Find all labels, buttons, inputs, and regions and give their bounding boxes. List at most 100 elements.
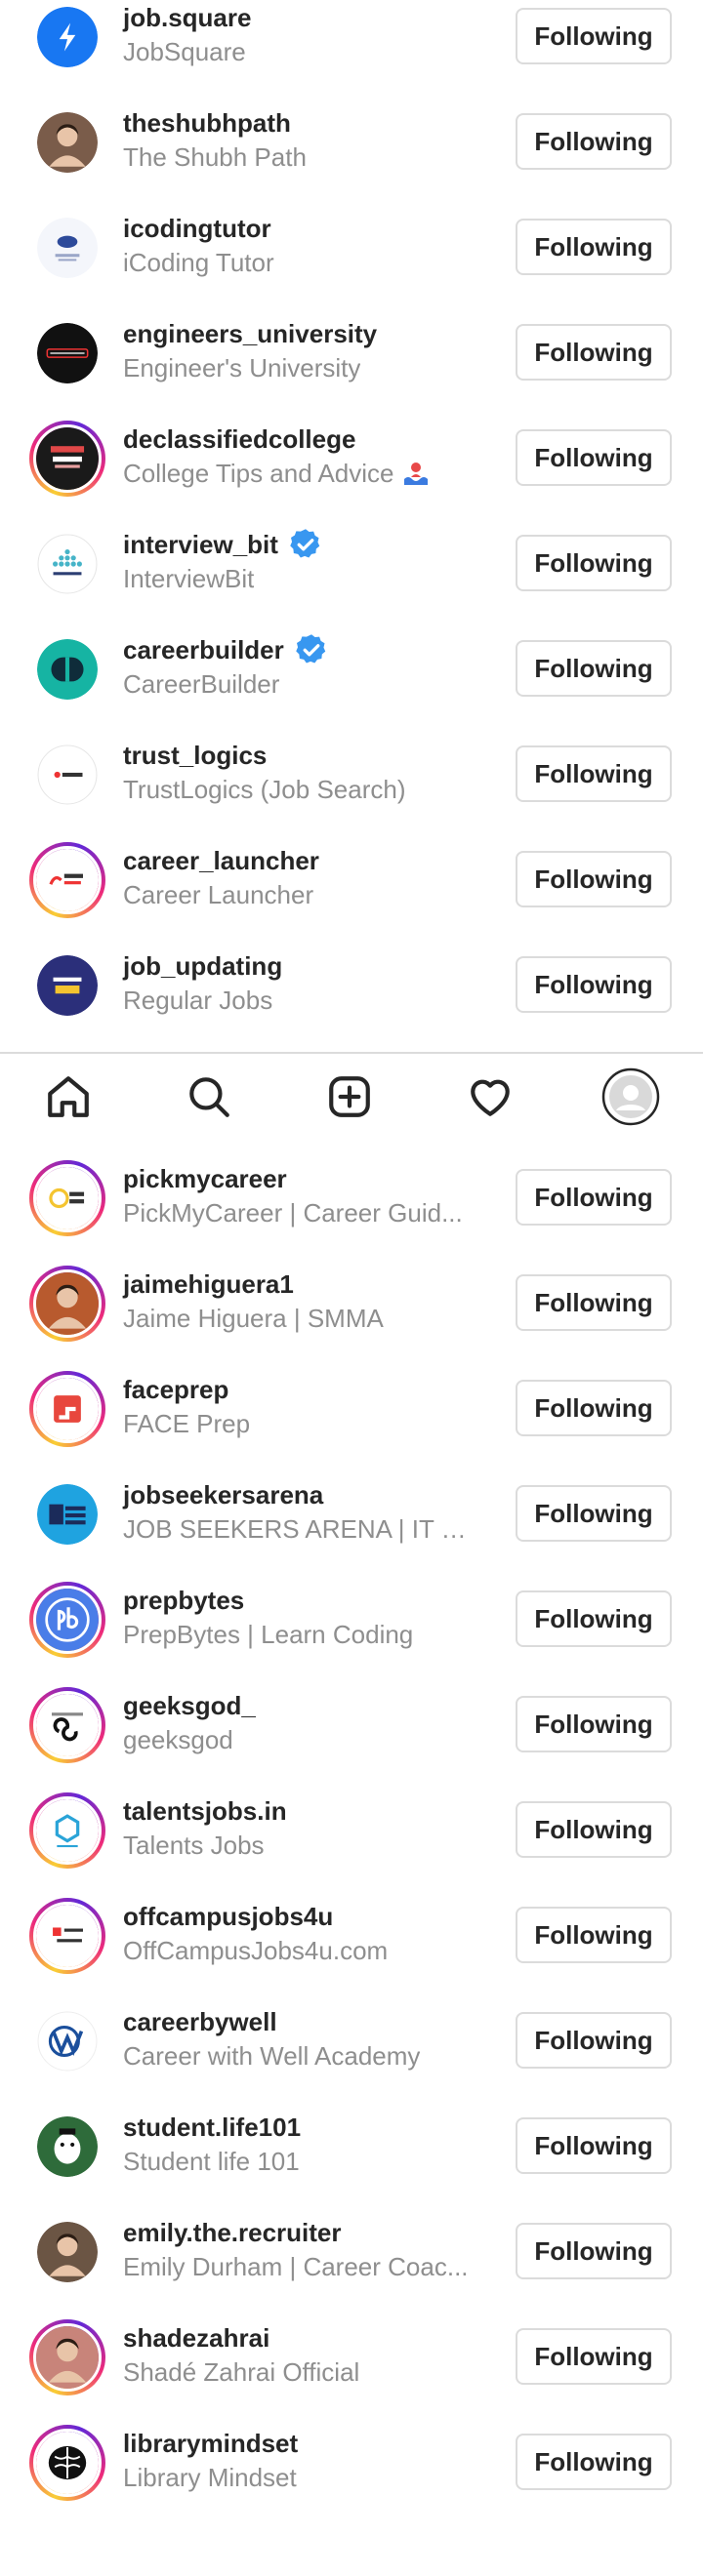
following-button[interactable]: Following <box>516 1696 672 1752</box>
account-row[interactable]: job_updating Regular Jobs Following <box>0 927 703 1032</box>
avatar[interactable] <box>29 1371 105 1447</box>
create-post-icon[interactable] <box>320 1067 379 1126</box>
following-button[interactable]: Following <box>516 2117 672 2174</box>
username[interactable]: librarymindset <box>123 2429 298 2459</box>
username[interactable]: job_updating <box>123 951 282 982</box>
following-button[interactable]: Following <box>516 429 672 486</box>
heart-icon[interactable] <box>461 1067 519 1126</box>
following-button[interactable]: Following <box>516 640 672 697</box>
avatar[interactable] <box>29 842 105 918</box>
username[interactable]: theshubhpath <box>123 108 291 139</box>
following-button[interactable]: Following <box>516 1169 672 1226</box>
avatar[interactable] <box>29 1266 105 1342</box>
account-row[interactable]: engineers_university Engineer's Universit… <box>0 295 703 400</box>
avatar[interactable] <box>29 1687 105 1763</box>
account-row[interactable]: talentsjobs.in Talents Jobs Following <box>0 1772 703 1877</box>
avatar[interactable] <box>29 2109 105 2185</box>
following-button[interactable]: Following <box>516 1380 672 1436</box>
avatar[interactable] <box>29 947 105 1024</box>
account-row[interactable]: icodingtutor iCoding Tutor Following <box>0 189 703 295</box>
username[interactable]: shadezahrai <box>123 2323 269 2354</box>
avatar[interactable] <box>29 2425 105 2501</box>
avatar[interactable] <box>29 1160 105 1236</box>
username[interactable]: career_launcher <box>123 846 319 876</box>
username[interactable]: prepbytes <box>123 1586 244 1616</box>
avatar[interactable] <box>29 1898 105 1974</box>
search-icon[interactable] <box>180 1067 238 1126</box>
following-button[interactable]: Following <box>516 535 672 591</box>
avatar[interactable] <box>29 1476 105 1552</box>
account-row[interactable]: careerbywell Career with Well Academy Foll… <box>0 1983 703 2088</box>
full-name: JOB SEEKERS ARENA | IT J... <box>123 1512 469 1546</box>
following-button[interactable]: Following <box>516 8 672 64</box>
avatar[interactable] <box>29 2003 105 2079</box>
following-button[interactable]: Following <box>516 2328 672 2385</box>
avatar[interactable] <box>29 1792 105 1869</box>
avatar[interactable] <box>29 631 105 707</box>
account-row[interactable]: careerbuilder CareerBuilder Following <box>0 611 703 716</box>
username[interactable]: icodingtutor <box>123 214 271 244</box>
avatar[interactable] <box>29 104 105 181</box>
following-button[interactable]: Following <box>516 1907 672 1963</box>
following-button[interactable]: Following <box>516 2223 672 2279</box>
account-row[interactable]: geeksgod_ geeksgod Following <box>0 1667 703 1772</box>
username[interactable]: careerbywell <box>123 2007 277 2037</box>
account-row[interactable]: emily.the.recruiter Emily Durham | Career… <box>0 2194 703 2299</box>
username[interactable]: careerbuilder <box>123 635 284 665</box>
account-row[interactable]: jobseekersarena JOB SEEKERS ARENA | IT J.… <box>0 1456 703 1561</box>
account-row[interactable]: jaimehiguera1 Jaime Higuera | SMMA Followi… <box>0 1245 703 1350</box>
username[interactable]: pickmycareer <box>123 1164 287 1194</box>
avatar[interactable] <box>29 315 105 391</box>
avatar[interactable] <box>29 421 105 497</box>
username[interactable]: offcampusjobs4u <box>123 1902 333 1932</box>
username[interactable]: job.square <box>123 3 251 33</box>
account-row[interactable]: librarymindset Library Mindset Following <box>0 2404 703 2510</box>
account-row[interactable]: student.life101 Student life 101 Following <box>0 2088 703 2194</box>
avatar[interactable] <box>29 2214 105 2290</box>
username[interactable]: declassifiedcollege <box>123 424 355 455</box>
account-row[interactable]: prepbytes PrepBytes | Learn Coding Followi… <box>0 1561 703 1667</box>
username[interactable]: jobseekersarena <box>123 1480 323 1510</box>
account-row[interactable]: faceprep FACE Prep Following <box>0 1350 703 1456</box>
following-button[interactable]: Following <box>516 2012 672 2069</box>
avatar[interactable] <box>29 737 105 813</box>
following-button[interactable]: Following <box>516 2434 672 2490</box>
account-row[interactable]: theshubhpath The Shubh Path Following <box>0 84 703 189</box>
following-button[interactable]: Following <box>516 324 672 381</box>
account-row[interactable]: shadezahrai Shadé Zahrai Official Followin… <box>0 2299 703 2404</box>
account-row[interactable]: job.square JobSquare Following <box>0 0 703 84</box>
full-name-text: CareerBuilder <box>123 669 280 699</box>
account-row[interactable]: declassifiedcollege College Tips and Advi… <box>0 400 703 505</box>
following-button[interactable]: Following <box>516 851 672 907</box>
username[interactable]: emily.the.recruiter <box>123 2218 342 2248</box>
account-row[interactable]: pickmycareer PickMyCareer | Career Guid..… <box>0 1140 703 1245</box>
username[interactable]: talentsjobs.in <box>123 1796 287 1827</box>
account-row[interactable]: career_launcher Career Launcher Following <box>0 822 703 927</box>
username[interactable]: interview_bit <box>123 530 278 560</box>
username[interactable]: jaimehiguera1 <box>123 1269 294 1300</box>
avatar[interactable] <box>29 210 105 286</box>
username[interactable]: trust_logics <box>123 741 267 771</box>
username[interactable]: faceprep <box>123 1375 228 1405</box>
avatar[interactable] <box>29 526 105 602</box>
profile-avatar-icon[interactable] <box>601 1067 660 1126</box>
following-button[interactable]: Following <box>516 113 672 170</box>
full-name-text: PickMyCareer | Career Guid... <box>123 1198 463 1228</box>
following-button[interactable]: Following <box>516 219 672 275</box>
account-row[interactable]: offcampusjobs4u OffCampusJobs4u.com Follow… <box>0 1877 703 1983</box>
account-row[interactable]: interview_bit InterviewBit Following <box>0 505 703 611</box>
following-button[interactable]: Following <box>516 956 672 1013</box>
username[interactable]: student.life101 <box>123 2113 301 2143</box>
following-button[interactable]: Following <box>516 1801 672 1858</box>
avatar[interactable] <box>29 1582 105 1658</box>
following-button[interactable]: Following <box>516 1485 672 1542</box>
following-button[interactable]: Following <box>516 1274 672 1331</box>
avatar[interactable] <box>29 0 105 75</box>
username[interactable]: engineers_university <box>123 319 377 349</box>
following-button[interactable]: Following <box>516 745 672 802</box>
following-button[interactable]: Following <box>516 1590 672 1647</box>
username[interactable]: geeksgod_ <box>123 1691 256 1721</box>
account-row[interactable]: trust_logics TrustLogics (Job Search) Foll… <box>0 716 703 822</box>
avatar[interactable] <box>29 2319 105 2395</box>
home-icon[interactable] <box>39 1067 98 1126</box>
